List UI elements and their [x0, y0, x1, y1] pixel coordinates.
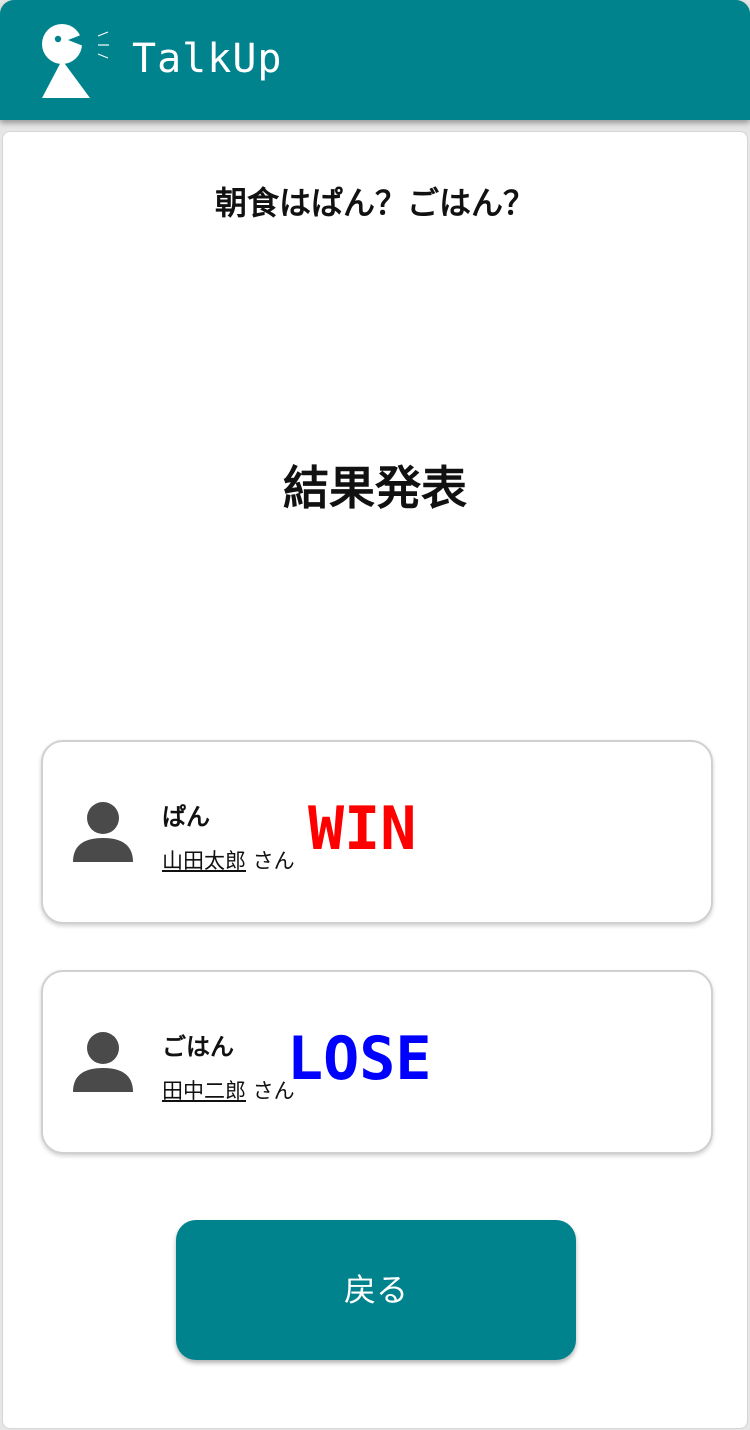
user-name-link[interactable]: 山田太郎 [162, 849, 246, 873]
app-title: TalkUp [132, 36, 283, 82]
person-icon [73, 1032, 133, 1092]
outcome-win: WIN [308, 794, 417, 864]
result-card-winner: ぱん 山田太郎 さん WIN [41, 740, 713, 924]
back-button[interactable]: 戻る [176, 1220, 576, 1360]
speaking-person-logo-icon [42, 24, 109, 98]
option-label: ぱん [162, 803, 210, 831]
user-line: 田中二郎 さん [162, 1075, 295, 1105]
result-card-loser: ごはん 田中二郎 さん LOSE [41, 970, 713, 1154]
user-name-link[interactable]: 田中二郎 [162, 1079, 246, 1103]
topic-title: 朝食はぱん？ごはん？ [214, 184, 535, 222]
app-header: TalkUp [0, 0, 750, 120]
person-icon [73, 802, 133, 862]
result-heading: 結果発表 [283, 461, 467, 515]
option-label: ごはん [162, 1033, 234, 1061]
outcome-lose: LOSE [287, 1024, 432, 1094]
honorific: さん [246, 849, 295, 873]
user-line: 山田太郎 さん [162, 845, 295, 875]
result-screen: 朝食はぱん？ごはん？ 結果発表 ぱん 山田太郎 さん WIN ごはん 田中二郎 … [2, 131, 748, 1429]
app-screen: TalkUp 朝食はぱん？ごはん？ 結果発表 ぱん 山田太郎 さん WIN ごは… [0, 0, 750, 1430]
